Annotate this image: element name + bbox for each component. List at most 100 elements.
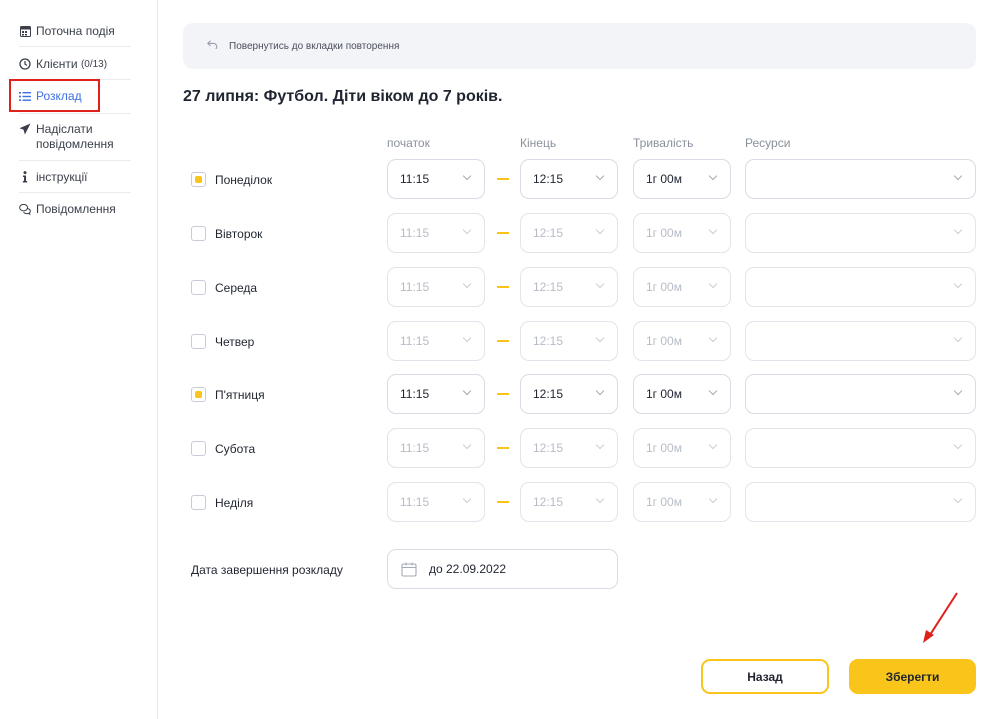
duration-value: 1г 00м	[646, 172, 682, 186]
duration-value: 1г 00м	[646, 334, 682, 348]
day-label: Четвер	[215, 335, 255, 349]
calendar-outline-icon	[401, 562, 417, 577]
end-time-value: 12:15	[533, 387, 564, 401]
chevron-down-icon	[953, 440, 963, 450]
undo-icon	[207, 40, 218, 52]
day-label: Субота	[215, 442, 256, 456]
annotation-arrow	[923, 592, 958, 643]
start-time-select[interactable]: 11:15	[387, 267, 485, 307]
chevron-down-icon	[462, 171, 472, 181]
back-button[interactable]: Назад	[701, 659, 829, 694]
chevron-down-icon	[708, 225, 718, 235]
day-checkbox[interactable]	[191, 387, 206, 402]
duration-select[interactable]: 1г 00м	[633, 374, 731, 414]
day-row-tuesday: Вівторок 11:15 12:15 1г 00м	[0, 213, 1000, 255]
page-title: 27 липня: Футбол. Діти віком до 7 років.	[183, 88, 503, 105]
start-time-value: 11:15	[400, 280, 430, 294]
chevron-down-icon	[595, 386, 605, 396]
sidebar-item-label: Надіслати повідомлення	[36, 122, 114, 151]
day-row-wednesday: Середа 11:15 12:15 1г 00м	[0, 267, 1000, 309]
day-row-friday: П'ятниця 11:15 12:15 1г 00м	[0, 374, 1000, 416]
start-time-value: 11:15	[400, 334, 430, 348]
time-range-dash	[497, 178, 509, 180]
end-time-value: 12:15	[533, 172, 564, 186]
duration-select[interactable]: 1г 00м	[633, 321, 731, 361]
chevron-down-icon	[708, 386, 718, 396]
resources-select[interactable]	[745, 482, 976, 522]
start-time-select[interactable]: 11:15	[387, 374, 485, 414]
resources-select[interactable]	[745, 428, 976, 468]
calendar-icon	[19, 24, 31, 38]
time-range-dash	[497, 232, 509, 234]
schedule-end-date-field[interactable]: до 22.09.2022	[387, 549, 618, 589]
duration-select[interactable]: 1г 00м	[633, 267, 731, 307]
start-time-value: 11:15	[400, 172, 430, 186]
end-time-value: 12:15	[533, 495, 564, 509]
start-time-select[interactable]: 11:15	[387, 482, 485, 522]
chevron-down-icon	[595, 494, 605, 504]
time-range-dash	[497, 393, 509, 395]
time-range-dash	[497, 501, 509, 503]
clock-icon	[19, 57, 31, 71]
chevron-down-icon	[462, 440, 472, 450]
duration-select[interactable]: 1г 00м	[633, 159, 731, 199]
end-time-select[interactable]: 12:15	[520, 321, 618, 361]
chevron-down-icon	[462, 494, 472, 504]
duration-select[interactable]: 1г 00м	[633, 213, 731, 253]
resources-select[interactable]	[745, 159, 976, 199]
start-time-value: 11:15	[400, 387, 430, 401]
resources-select[interactable]	[745, 213, 976, 253]
column-header-duration: Тривалість	[633, 136, 694, 150]
chevron-down-icon	[953, 494, 963, 504]
back-to-repeat-label: Повернутись до вкладки повторення	[229, 40, 400, 52]
duration-select[interactable]: 1г 00м	[633, 482, 731, 522]
chevron-down-icon	[462, 279, 472, 289]
duration-select[interactable]: 1г 00м	[633, 428, 731, 468]
day-checkbox[interactable]	[191, 280, 206, 295]
day-row-sunday: Неділя 11:15 12:15 1г 00м	[0, 482, 1000, 524]
resources-select[interactable]	[745, 267, 976, 307]
end-time-select[interactable]: 12:15	[520, 482, 618, 522]
chevron-down-icon	[953, 333, 963, 343]
end-time-value: 12:15	[533, 280, 564, 294]
end-time-value: 12:15	[533, 226, 564, 240]
end-time-value: 12:15	[533, 441, 564, 455]
sidebar-item-current-event[interactable]: Поточна подія	[19, 24, 131, 39]
column-header-start: початок	[387, 136, 430, 150]
day-checkbox[interactable]	[191, 495, 206, 510]
end-time-select[interactable]: 12:15	[520, 213, 618, 253]
chevron-down-icon	[595, 225, 605, 235]
end-time-select[interactable]: 12:15	[520, 267, 618, 307]
start-time-select[interactable]: 11:15	[387, 321, 485, 361]
day-checkbox[interactable]	[191, 334, 206, 349]
day-checkbox[interactable]	[191, 172, 206, 187]
back-to-repeat-tab[interactable]: Повернутись до вкладки повторення	[183, 23, 976, 69]
end-time-select[interactable]: 12:15	[520, 159, 618, 199]
save-button[interactable]: Зберегти	[849, 659, 976, 694]
end-time-select[interactable]: 12:15	[520, 374, 618, 414]
chevron-down-icon	[708, 171, 718, 181]
resources-select[interactable]	[745, 374, 976, 414]
day-checkbox[interactable]	[191, 441, 206, 456]
duration-value: 1г 00м	[646, 441, 682, 455]
sidebar-item-label: Клієнти	[36, 57, 78, 71]
sidebar-item-send-message[interactable]: Надіслати повідомлення	[19, 122, 131, 152]
chevron-down-icon	[462, 225, 472, 235]
duration-value: 1г 00м	[646, 226, 682, 240]
resources-select[interactable]	[745, 321, 976, 361]
start-time-value: 11:15	[400, 495, 430, 509]
start-time-value: 11:15	[400, 226, 430, 240]
chevron-down-icon	[708, 333, 718, 343]
day-checkbox[interactable]	[191, 226, 206, 241]
start-time-select[interactable]: 11:15	[387, 159, 485, 199]
end-time-select[interactable]: 12:15	[520, 428, 618, 468]
chevron-down-icon	[462, 333, 472, 343]
sidebar-item-clients[interactable]: Клієнти (0/13)	[19, 57, 131, 72]
column-header-end: Кінець	[520, 136, 557, 150]
day-label: Понеділок	[215, 173, 273, 187]
chevron-down-icon	[708, 494, 718, 504]
start-time-select[interactable]: 11:15	[387, 213, 485, 253]
start-time-select[interactable]: 11:15	[387, 428, 485, 468]
divider	[19, 113, 131, 114]
send-icon	[19, 122, 31, 136]
